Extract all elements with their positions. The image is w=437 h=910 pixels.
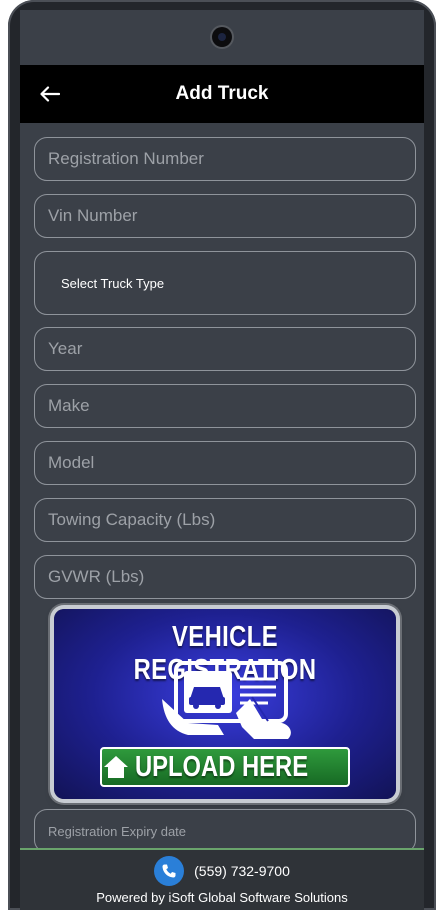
registration-expiry-date-input[interactable] xyxy=(34,809,416,853)
truck-type-select[interactable]: Select Truck Type xyxy=(34,251,416,315)
towing-capacity-input[interactable] xyxy=(34,498,416,542)
contact-phone-number[interactable]: (559) 732-9700 xyxy=(194,863,290,879)
front-camera xyxy=(212,27,232,47)
tablet-hand-car-icon xyxy=(162,661,291,739)
phone-handset-icon xyxy=(162,864,176,878)
app-screen: Add Truck Select Truck Type VEHICLE REGI… xyxy=(20,65,424,910)
arrow-left-icon xyxy=(40,86,60,102)
upload-here-button[interactable]: UPLOAD HERE xyxy=(100,747,350,787)
contact-phone-row: (559) 732-9700 xyxy=(20,856,424,886)
year-input[interactable] xyxy=(34,327,416,371)
phone-frame: Add Truck Select Truck Type VEHICLE REGI… xyxy=(8,0,436,910)
back-button[interactable] xyxy=(34,78,66,110)
footer: (559) 732-9700 Powered by iSoft Global S… xyxy=(20,848,424,910)
gvwr-input[interactable] xyxy=(34,555,416,599)
home-icon xyxy=(104,756,129,778)
powered-by-text: Powered by iSoft Global Software Solutio… xyxy=(96,890,348,905)
vehicle-registration-upload-card[interactable]: VEHICLE REGISTRATION UPLOAD HERE xyxy=(54,609,396,799)
model-input[interactable] xyxy=(34,441,416,485)
make-input[interactable] xyxy=(34,384,416,428)
phone-icon[interactable] xyxy=(154,856,185,886)
app-bar: Add Truck xyxy=(20,65,424,123)
page-title: Add Truck xyxy=(175,83,269,104)
truck-type-select-label: Select Truck Type xyxy=(61,275,165,291)
vin-number-input[interactable] xyxy=(34,194,416,238)
registration-number-input[interactable] xyxy=(34,137,416,181)
upload-here-label: UPLOAD HERE xyxy=(135,750,309,783)
